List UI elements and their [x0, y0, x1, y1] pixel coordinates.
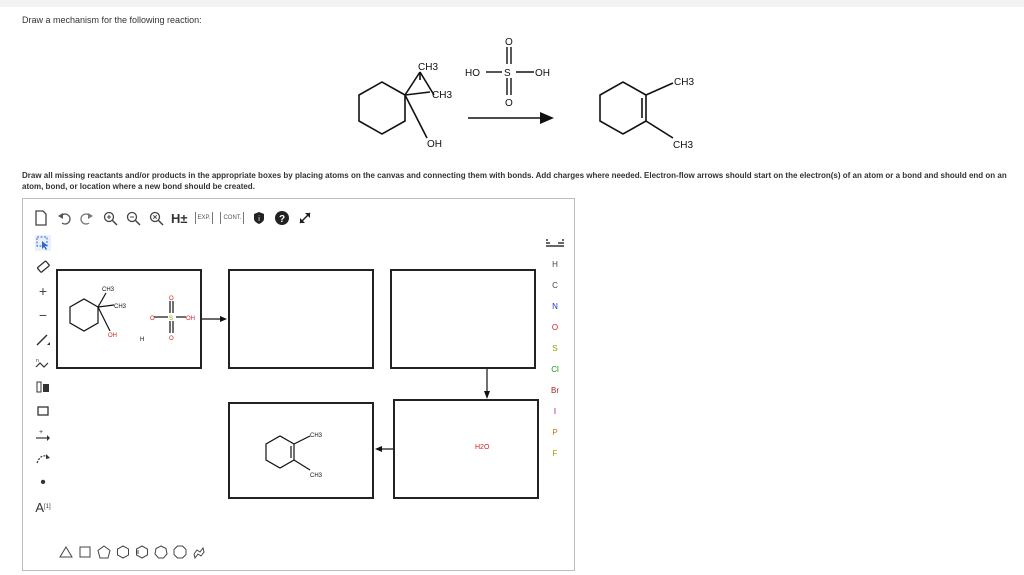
- box1-oh-right: OH: [186, 316, 195, 322]
- triangle-ring-icon[interactable]: [58, 544, 74, 560]
- redo-icon[interactable]: [77, 208, 97, 228]
- zoom-reset-icon[interactable]: [146, 208, 166, 228]
- periodic-table-icon[interactable]: [541, 233, 569, 254]
- zoom-out-icon[interactable]: [123, 208, 143, 228]
- reaction-scheme: CH3 CH3 OH HO S OH O O CH3 CH3: [358, 37, 694, 151]
- element-h[interactable]: H: [541, 254, 569, 275]
- atom-label-tool[interactable]: A [1]: [31, 495, 55, 519]
- bottom-toolbar: [58, 541, 207, 563]
- element-o[interactable]: O: [541, 317, 569, 338]
- rectangle-tool-icon[interactable]: [31, 399, 55, 423]
- chair-conformation-icon[interactable]: [191, 544, 207, 560]
- single-bond-icon[interactable]: [31, 327, 55, 351]
- mechanism-box-1[interactable]: CH3 CH3 OH H O S OH O O: [56, 269, 202, 369]
- mechanism-box-3[interactable]: [390, 269, 536, 369]
- element-br[interactable]: Br: [541, 380, 569, 401]
- reagent-left: HO: [465, 68, 480, 79]
- reagent-oxygen-top: O: [505, 37, 513, 48]
- box4-methyl-bottom: CH3: [310, 473, 323, 479]
- square-ring-icon[interactable]: [77, 544, 93, 560]
- fullscreen-icon[interactable]: [295, 208, 315, 228]
- question-prompt: Draw a mechanism for the following react…: [22, 15, 202, 25]
- top-toolbar: H± EXP. CONT. i ?: [31, 207, 315, 229]
- top-strip: [0, 0, 1024, 7]
- box1-o-left: O: [150, 316, 155, 322]
- exp-button[interactable]: EXP.: [194, 212, 214, 224]
- select-tool-icon[interactable]: [31, 231, 55, 255]
- reaction-arrow-tool-icon[interactable]: +: [31, 423, 55, 447]
- reagent-center: S: [504, 68, 511, 79]
- hexagon-ring-icon[interactable]: [115, 544, 131, 560]
- reactant-molecule: [358, 71, 435, 139]
- box1-h-label: H: [140, 337, 144, 343]
- reaction-arrow: [468, 112, 554, 124]
- element-c[interactable]: C: [541, 275, 569, 296]
- svg-text:?: ?: [279, 214, 285, 225]
- curved-arrow-tool-icon[interactable]: [31, 447, 55, 471]
- info-icon[interactable]: i: [249, 208, 269, 228]
- heptagon-ring-icon[interactable]: [153, 544, 169, 560]
- box1-structures: CH3 CH3 OH H O S OH O O: [69, 287, 195, 343]
- new-document-icon[interactable]: [31, 208, 51, 228]
- drawing-editor: H± EXP. CONT. i ? + − n + • A [1] H C N …: [22, 198, 575, 571]
- lone-pair-tool-icon[interactable]: •: [31, 471, 55, 495]
- mechanism-box-4[interactable]: CH3 CH3: [228, 402, 374, 499]
- element-p[interactable]: P: [541, 422, 569, 443]
- benzene-ring-icon[interactable]: [134, 544, 150, 560]
- box5-water: H2O: [475, 444, 490, 451]
- eraser-icon[interactable]: [31, 255, 55, 279]
- svg-text:n: n: [36, 358, 39, 364]
- element-f[interactable]: F: [541, 443, 569, 464]
- mechanism-box-5[interactable]: H2O: [393, 399, 539, 499]
- element-i[interactable]: I: [541, 401, 569, 422]
- mechanism-box-2[interactable]: [228, 269, 374, 369]
- pentagon-ring-icon[interactable]: [96, 544, 112, 560]
- h-plus-button[interactable]: H±: [171, 211, 188, 226]
- atom-label-superscript: [1]: [44, 504, 51, 510]
- chain-tool-icon[interactable]: n: [31, 351, 55, 375]
- arrow-box5-to-box4: [375, 446, 393, 452]
- help-icon[interactable]: ?: [272, 208, 292, 228]
- box1-o-bottom: O: [169, 336, 174, 342]
- atom-label-letter: A: [35, 499, 44, 515]
- box5-structures: H2O: [475, 444, 490, 451]
- arrow-box1-to-box2: [202, 316, 227, 322]
- box1-hydroxyl: OH: [108, 333, 117, 339]
- negative-charge-icon[interactable]: −: [31, 303, 55, 327]
- box1-s-label: S: [169, 316, 173, 322]
- element-n[interactable]: N: [541, 296, 569, 317]
- box1-methyl-side: CH3: [114, 304, 127, 310]
- zoom-in-icon[interactable]: [100, 208, 120, 228]
- box1-methyl-top: CH3: [102, 287, 115, 293]
- reactant-methyl-top: CH3: [418, 62, 438, 73]
- product-methyl-bottom: CH3: [673, 140, 693, 151]
- template-tool-icon[interactable]: [31, 375, 55, 399]
- reactant-methyl-side: CH3: [432, 90, 452, 101]
- instructions-text: Draw all missing reactants and/or produc…: [22, 171, 1007, 191]
- reagent-right: OH: [535, 68, 550, 79]
- octagon-ring-icon[interactable]: [172, 544, 188, 560]
- element-s[interactable]: S: [541, 338, 569, 359]
- left-toolbar: + − n + • A [1]: [31, 231, 55, 519]
- box1-o-top: O: [169, 296, 174, 302]
- undo-icon[interactable]: [54, 208, 74, 228]
- drawing-canvas[interactable]: CH3 CH3 OH H O S OH O O H2O CH3 CH3: [56, 259, 541, 539]
- element-palette: H C N O S Cl Br I P F: [541, 233, 569, 464]
- product-molecule: [599, 81, 674, 139]
- reagent-oxygen-bottom: O: [505, 98, 513, 109]
- positive-charge-icon[interactable]: +: [31, 279, 55, 303]
- arrow-box3-to-box5: [484, 369, 490, 399]
- element-cl[interactable]: Cl: [541, 359, 569, 380]
- product-methyl-top: CH3: [674, 77, 694, 88]
- box4-structures: CH3 CH3: [265, 433, 323, 479]
- box4-methyl-top: CH3: [310, 433, 323, 439]
- svg-text:+: +: [39, 429, 43, 436]
- cont-button[interactable]: CONT.: [220, 212, 245, 224]
- reactant-hydroxyl: OH: [427, 139, 442, 150]
